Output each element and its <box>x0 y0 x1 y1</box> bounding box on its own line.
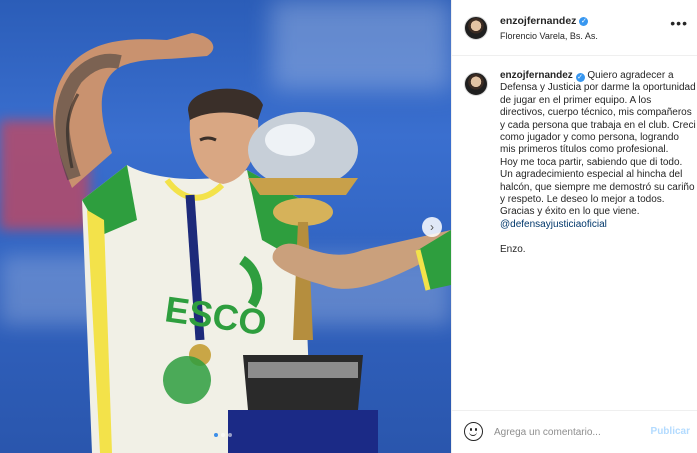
caption-body: Quiero agradecer a Defensa y Justicia po… <box>500 70 696 218</box>
carousel-dot <box>228 433 232 437</box>
caption-username[interactable]: enzojfernandez <box>500 70 573 81</box>
next-slide-button[interactable]: › <box>422 217 442 237</box>
publish-button[interactable]: Publicar <box>651 426 690 437</box>
mention-link[interactable]: @defensayjusticiaoficial <box>500 219 607 230</box>
avatar[interactable] <box>464 72 488 96</box>
emoji-icon[interactable] <box>464 422 483 441</box>
username-link[interactable]: enzojfernandez <box>500 15 576 27</box>
carousel-dot <box>214 433 218 437</box>
post-side-panel: enzojfernandez ✓ Florencio Varela, Bs. A… <box>451 0 697 453</box>
comment-bar: Publicar <box>452 410 697 453</box>
verified-badge-icon: ✓ <box>579 16 589 26</box>
post-header: enzojfernandez ✓ Florencio Varela, Bs. A… <box>452 0 697 56</box>
comment-input[interactable] <box>494 424 644 440</box>
teammate-hand <box>272 230 451 291</box>
carousel-dots <box>214 433 232 437</box>
header-user: enzojfernandez ✓ <box>500 15 589 27</box>
location-link[interactable]: Florencio Varela, Bs. As. <box>500 31 598 41</box>
caption-text: enzojfernandez ✓ Quiero agradecer a Defe… <box>500 70 696 256</box>
avatar[interactable] <box>464 16 488 40</box>
chevron-right-icon: › <box>430 220 434 234</box>
background-lights <box>271 0 451 90</box>
verified-badge-icon: ✓ <box>575 73 585 82</box>
instagram-post-modal: ESCO › enzojfernandez ✓ Florencio Varela… <box>0 0 697 453</box>
caption-signoff: Enzo. <box>500 243 526 255</box>
post-photo[interactable]: ESCO › <box>0 0 451 453</box>
more-options-icon[interactable]: ••• <box>670 16 688 30</box>
emoji-mouth <box>469 431 477 436</box>
carousel-dot <box>221 433 225 437</box>
